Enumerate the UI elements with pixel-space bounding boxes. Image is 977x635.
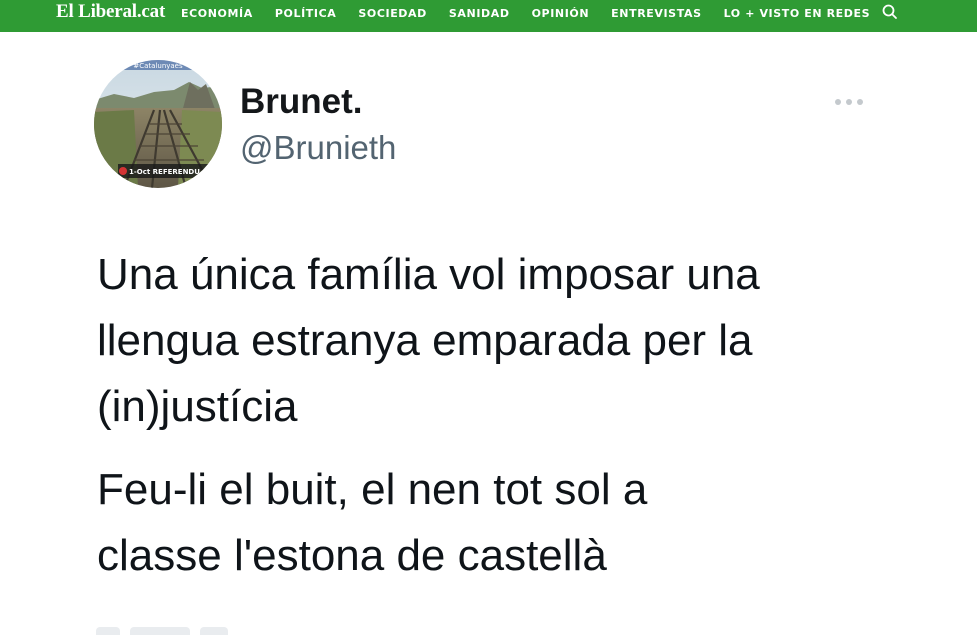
cropped-mark bbox=[96, 627, 120, 635]
tweet-line: (in)justícia bbox=[97, 382, 298, 431]
cropped-mark bbox=[130, 627, 190, 635]
avatar-railway-photo: #Catalunyaés 1-Oct REFERENDU bbox=[94, 60, 222, 188]
nav-item-politica[interactable]: POLÍTICA bbox=[275, 6, 337, 22]
more-horizontal-icon bbox=[835, 99, 863, 105]
tweet-line: Una única família vol imposar una bbox=[97, 250, 760, 299]
site-logo[interactable]: El Liberal.cat bbox=[56, 1, 165, 23]
more-options-button[interactable] bbox=[832, 93, 866, 111]
tweet-paragraph-2: Feu-li el buit, el nen tot sol a classe … bbox=[97, 457, 897, 589]
tweet-line: llengua estranya emparada per la bbox=[97, 316, 753, 365]
search-icon bbox=[882, 4, 897, 19]
nav-item-opinion[interactable]: OPINIÓN bbox=[532, 6, 590, 22]
display-name[interactable]: Brunet. bbox=[240, 82, 363, 122]
user-handle[interactable]: @Brunieth bbox=[240, 128, 396, 168]
avatar[interactable]: #Catalunyaés 1-Oct REFERENDU bbox=[94, 60, 222, 188]
main-nav: ECONOMÍA POLÍTICA SOCIEDAD SANIDAD OPINI… bbox=[181, 6, 892, 22]
cropped-content-edge bbox=[96, 627, 256, 635]
cropped-mark bbox=[200, 627, 228, 635]
nav-item-sanidad[interactable]: SANIDAD bbox=[449, 6, 510, 22]
avatar-banner-top: #Catalunyaés bbox=[133, 62, 183, 70]
nav-item-sociedad[interactable]: SOCIEDAD bbox=[358, 6, 427, 22]
site-header: El Liberal.cat ECONOMÍA POLÍTICA SOCIEDA… bbox=[0, 0, 977, 32]
tweet-paragraph-1: Una única família vol imposar una llengu… bbox=[97, 242, 897, 440]
nav-item-economia[interactable]: ECONOMÍA bbox=[181, 6, 253, 22]
tweet-line: Feu-li el buit, el nen tot sol a bbox=[97, 465, 648, 514]
nav-item-lo-mas-visto[interactable]: LO + VISTO EN REDES bbox=[724, 6, 871, 22]
avatar-banner-bottom: 1-Oct REFERENDU bbox=[129, 168, 200, 176]
tweet-line: classe l'estona de castellà bbox=[97, 531, 607, 580]
nav-item-entrevistas[interactable]: ENTREVISTAS bbox=[611, 6, 701, 22]
search-button[interactable] bbox=[881, 3, 899, 21]
